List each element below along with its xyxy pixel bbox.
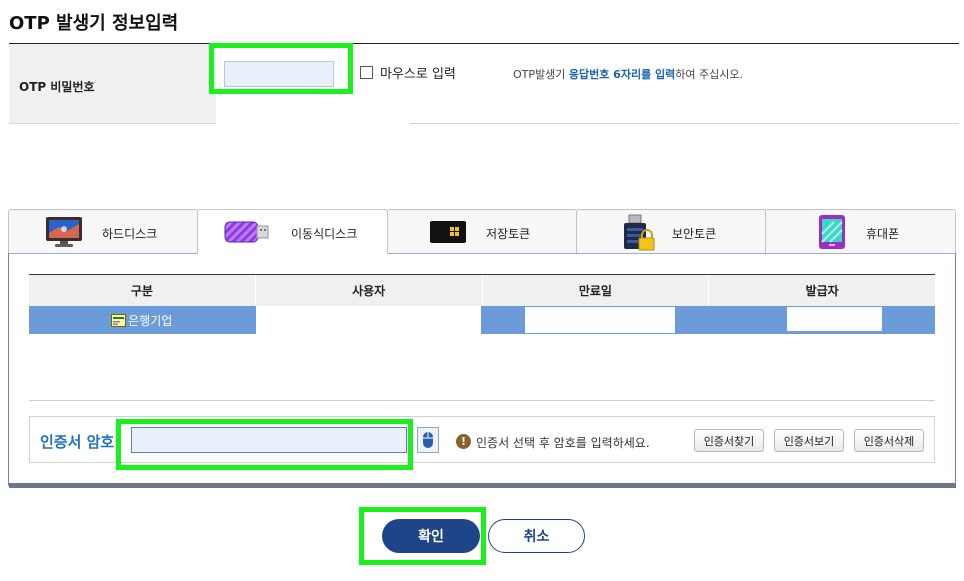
otp-help-text: OTP발생기 응답번호 6자리를 입력하여 주십시오.: [513, 66, 743, 82]
mouse-input-label[interactable]: 마우스로 입력: [380, 63, 456, 82]
certificate-storage-tabs: 하드디스크 이동식디스크 저장토큰 보안토큰 휴대폰: [8, 209, 956, 254]
cancel-button[interactable]: 취소: [488, 519, 585, 553]
expiry-masked-value: [525, 307, 675, 333]
secure-token-lock-icon: [624, 214, 655, 251]
otp-help-emphasis: 응답번호 6자리를 입력: [568, 68, 676, 81]
certificate-card-icon: [111, 313, 127, 327]
token-chip-icon: [430, 221, 466, 243]
view-certificate-button[interactable]: 인증서보기: [774, 429, 844, 452]
usb-drive-icon: [224, 221, 269, 243]
delete-certificate-button[interactable]: 인증서삭제: [854, 429, 924, 452]
tab-hard-disk[interactable]: 하드디스크: [8, 209, 198, 254]
password-input-highlight: [116, 419, 413, 470]
tab-label: 이동식디스크: [291, 227, 358, 241]
column-header-type: 구분: [29, 275, 256, 306]
cell-expiry: [484, 306, 710, 334]
cell-issuer: [710, 306, 936, 334]
cell-type: 은행기업: [29, 306, 255, 334]
panel-bottom-bar: [9, 483, 956, 488]
column-header-issuer: 발급자: [805, 284, 839, 298]
otp-input-highlight: [209, 43, 353, 94]
page-title: OTP 발생기 정보입력: [9, 13, 179, 34]
warning-icon: !: [456, 434, 471, 449]
monitor-icon: [46, 217, 82, 247]
cell-user: [255, 306, 481, 334]
certificate-password-label: 인증서 암호: [40, 433, 115, 451]
column-header-user: 사용자: [256, 275, 483, 306]
mouse-icon: [423, 432, 433, 448]
tab-label: 저장토큰: [486, 227, 531, 241]
list-divider: [29, 400, 935, 401]
password-warning-text: 인증서 선택 후 암호를 입력하세요.: [476, 436, 650, 450]
mouse-input-checkbox[interactable]: [360, 66, 373, 79]
issuer-masked-value: [786, 307, 882, 331]
otp-password-label: OTP 비밀번호: [19, 80, 95, 94]
mobile-phone-icon: [819, 215, 845, 249]
otp-row-divider: [410, 123, 959, 124]
tab-mobile-phone[interactable]: 휴대폰: [765, 209, 956, 254]
certificate-table-header: 구분 사용자 만료일 발급자: [29, 274, 935, 306]
virtual-mouse-keyboard-button[interactable]: [417, 427, 439, 453]
otp-help-suffix: 하여 주십시오.: [675, 68, 743, 81]
tab-label: 휴대폰: [866, 227, 900, 241]
find-certificate-button[interactable]: 인증서찾기: [694, 429, 764, 452]
table-row[interactable]: 은행기업: [29, 306, 935, 334]
tab-label: 보안토큰: [672, 227, 717, 241]
cell-type-text: 은행기업: [128, 313, 173, 328]
tab-removable-disk[interactable]: 이동식디스크: [197, 209, 388, 254]
tab-security-token[interactable]: 보안토큰: [576, 209, 766, 254]
otp-help-prefix: OTP발생기: [513, 68, 569, 81]
tab-storage-token[interactable]: 저장토큰: [387, 209, 577, 254]
column-header-expiry: 만료일: [483, 275, 710, 306]
tab-label: 하드디스크: [102, 227, 158, 241]
confirm-button-highlight: [359, 507, 486, 565]
